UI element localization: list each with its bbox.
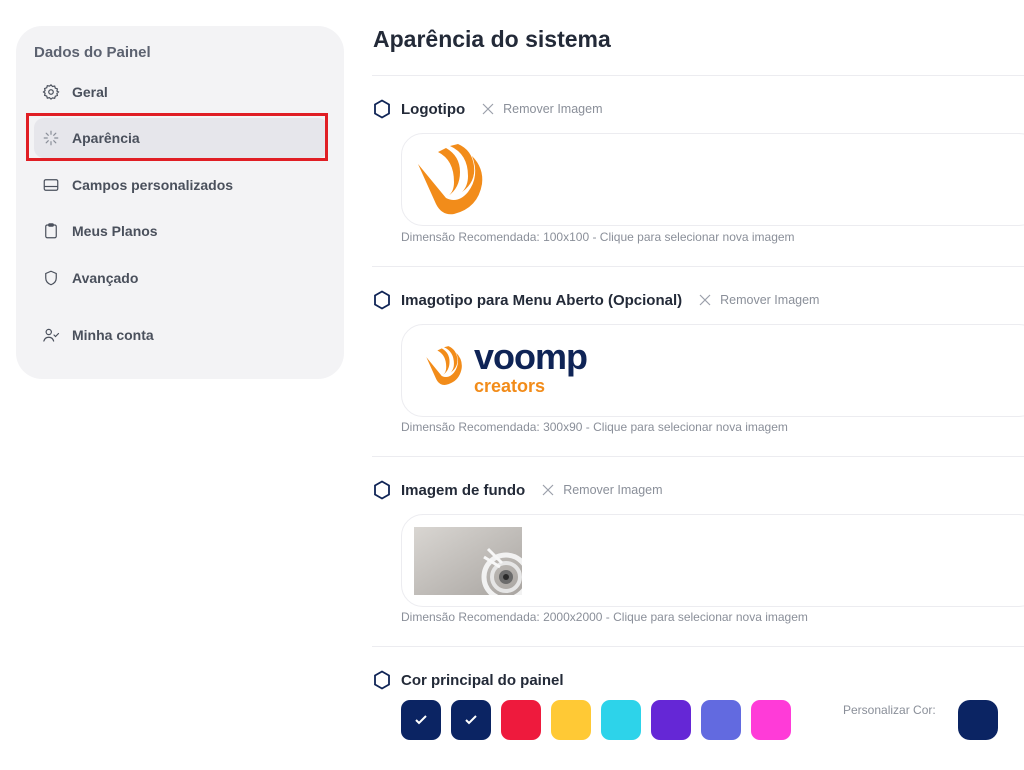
sidebar-title: Dados do Painel [34, 44, 151, 61]
remove-image-button[interactable]: Remover Imagem [541, 483, 663, 497]
close-icon [699, 294, 711, 306]
color-swatch[interactable] [651, 700, 691, 740]
color-swatch[interactable] [451, 700, 491, 740]
section-header-logotipo: Logotipo Remover Imagem [373, 98, 602, 120]
divider [372, 266, 1024, 267]
check-icon [465, 715, 477, 725]
divider [372, 646, 1024, 647]
loader-icon [43, 130, 59, 146]
remove-image-label: Remover Imagem [720, 293, 820, 307]
sidebar-item-avancado[interactable]: Avançado [34, 258, 328, 298]
page-title: Aparência do sistema [373, 26, 611, 52]
gear-icon [42, 84, 60, 100]
background-image-thumbnail [414, 527, 522, 595]
dimension-hint: Dimensão Recomendada: 100x100 - Clique p… [401, 230, 795, 244]
close-icon [542, 484, 554, 496]
color-swatch[interactable] [701, 700, 741, 740]
sidebar-item-geral[interactable]: Geral [34, 72, 328, 112]
hexagon-icon [374, 670, 390, 690]
divider [372, 75, 1024, 76]
logo-upload-area[interactable] [401, 133, 1024, 226]
sidebar-item-aparencia[interactable]: Aparência [34, 118, 328, 158]
brand-subtitle: creators [474, 376, 546, 396]
color-swatch[interactable] [401, 700, 441, 740]
remove-image-label: Remover Imagem [503, 102, 603, 116]
sidebar-item-minha-conta[interactable]: Minha conta [34, 315, 328, 355]
custom-color-picker[interactable] [958, 700, 998, 740]
brand-wordmark: voomp [474, 336, 588, 377]
sidebar-item-label: Aparência [72, 130, 140, 146]
hexagon-icon [374, 480, 390, 500]
divider [372, 456, 1024, 457]
section-header-imagem-fundo: Imagem de fundo Remover Imagem [373, 479, 663, 501]
brand-logo-mark [426, 346, 462, 385]
color-swatch[interactable] [601, 700, 641, 740]
custom-color-label: Personalizar Cor: [843, 703, 936, 717]
clipboard-icon [45, 223, 57, 239]
section-header-imagotipo: Imagotipo para Menu Aberto (Opcional) Re… [373, 289, 819, 311]
sidebar-item-meus-planos[interactable]: Meus Planos [34, 211, 328, 251]
section-title: Cor principal do painel [401, 671, 564, 689]
hexagon-icon [374, 99, 390, 119]
section-title: Imagem de fundo [401, 481, 526, 499]
color-swatches [401, 700, 791, 740]
check-icon [415, 715, 427, 725]
color-swatch[interactable] [551, 700, 591, 740]
color-swatch[interactable] [501, 700, 541, 740]
shield-icon [45, 270, 57, 286]
sidebar-item-label: Minha conta [72, 327, 154, 343]
section-title: Imagotipo para Menu Aberto (Opcional) [401, 291, 683, 309]
sidebar-item-campos-personalizados[interactable]: Campos personalizados [34, 165, 328, 205]
card-icon [43, 179, 59, 191]
section-title: Logotipo [401, 100, 466, 118]
imagotipo-upload-area[interactable]: voomp creators [401, 324, 1024, 417]
remove-image-button[interactable]: Remover Imagem [481, 102, 602, 116]
sidebar: Dados do Painel Geral Aparência Campos p… [16, 26, 344, 379]
sidebar-item-label: Geral [72, 84, 108, 100]
remove-image-button[interactable]: Remover Imagem [698, 293, 819, 307]
sidebar-item-label: Meus Planos [72, 223, 158, 239]
background-upload-area[interactable] [401, 514, 1024, 607]
sidebar-item-label: Campos personalizados [72, 177, 234, 193]
section-header-cor-principal: Cor principal do painel [373, 669, 580, 691]
dimension-hint: Dimensão Recomendada: 2000x2000 - Clique… [401, 610, 808, 624]
brand-logo-mark [418, 144, 483, 215]
color-swatch[interactable] [751, 700, 791, 740]
sidebar-item-label: Avançado [72, 270, 139, 286]
dimension-hint: Dimensão Recomendada: 300x90 - Clique pa… [401, 420, 788, 434]
remove-image-label: Remover Imagem [563, 483, 663, 497]
user-check-icon [43, 328, 60, 342]
hexagon-icon [374, 290, 390, 310]
close-icon [482, 103, 494, 115]
